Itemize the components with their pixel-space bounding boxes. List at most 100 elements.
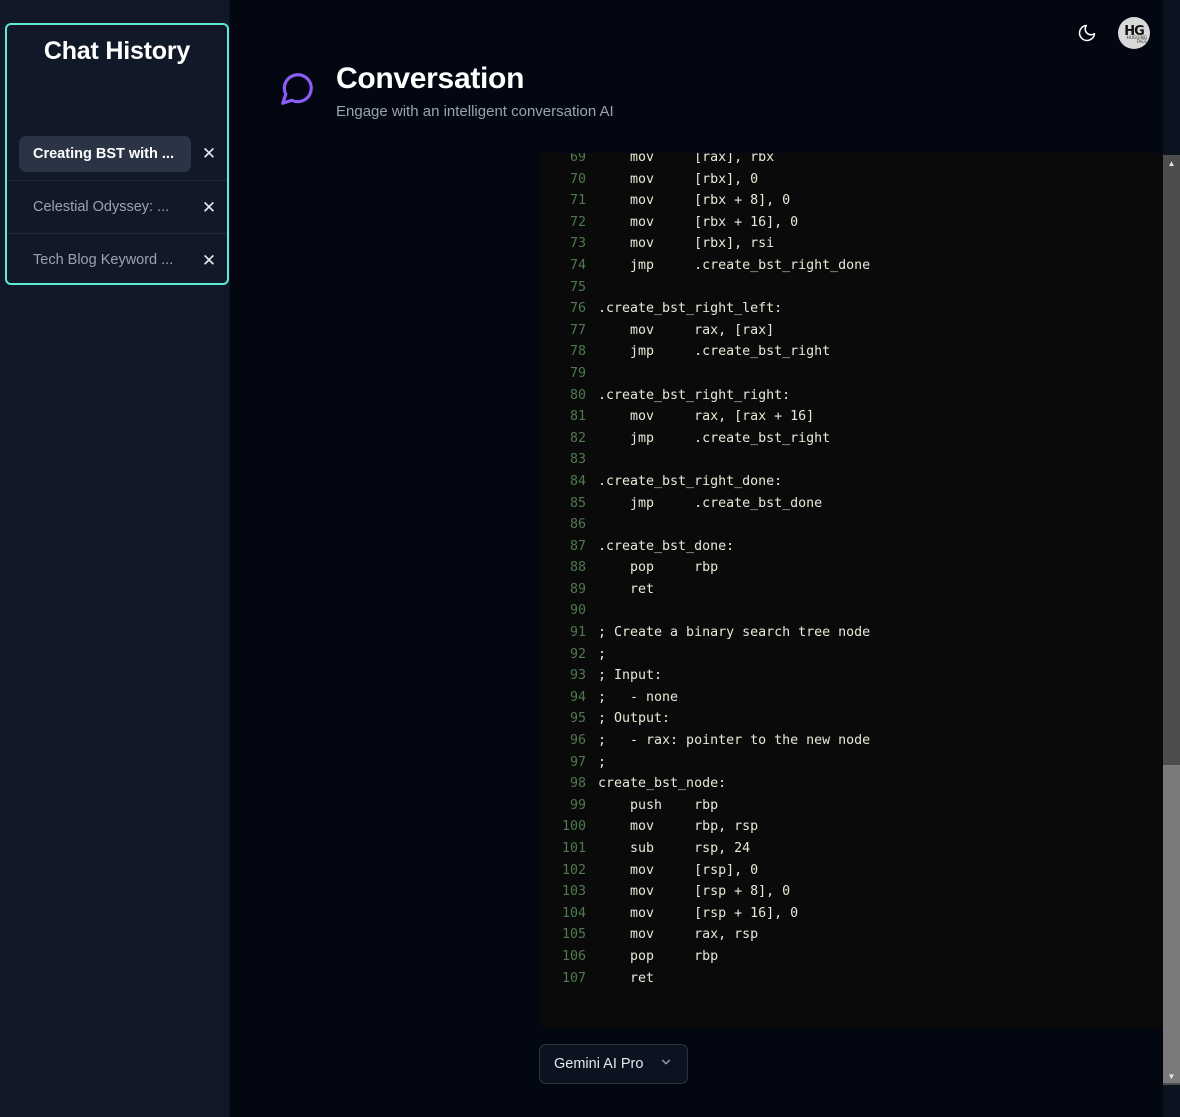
code-line: 71 mov [rbx + 8], 0 — [540, 190, 1180, 212]
line-number: 90 — [540, 600, 598, 622]
top-bar: HG HUGGINGFACE — [230, 0, 1162, 66]
code-text: create_bst_node: — [598, 773, 726, 795]
code-text: ; Create a binary search tree node — [598, 622, 870, 644]
code-text: .create_bst_right_left: — [598, 298, 782, 320]
chat-bubble-icon — [278, 70, 316, 113]
code-text: .create_bst_right_right: — [598, 385, 790, 407]
line-number: 85 — [540, 493, 598, 515]
code-line: 70 mov [rbx], 0 — [540, 169, 1180, 191]
line-number: 84 — [540, 471, 598, 493]
line-number: 82 — [540, 428, 598, 450]
model-selector-label: Gemini AI Pro — [554, 1056, 643, 1072]
avatar[interactable]: HG HUGGINGFACE — [1118, 17, 1150, 49]
line-number: 96 — [540, 730, 598, 752]
line-number: 92 — [540, 644, 598, 666]
line-number: 102 — [540, 860, 598, 882]
scrollbar-thumb[interactable] — [1163, 765, 1180, 1083]
page-header-text: Conversation Engage with an intelligent … — [336, 62, 614, 120]
close-icon[interactable]: ✕ — [191, 127, 227, 180]
line-number: 76 — [540, 298, 598, 320]
code-line: 82 jmp .create_bst_right — [540, 428, 1180, 450]
line-number: 94 — [540, 687, 598, 709]
line-number: 88 — [540, 557, 598, 579]
code-text: ; — [598, 644, 606, 666]
close-icon[interactable]: ✕ — [191, 181, 227, 234]
code-line: 104 mov [rsp + 16], 0 — [540, 903, 1180, 925]
code-text: push rbp — [598, 795, 718, 817]
code-line: 76.create_bst_right_left: — [540, 298, 1180, 320]
code-text: .create_bst_right_done: — [598, 471, 782, 493]
moon-icon[interactable] — [1070, 16, 1104, 50]
code-line: 105 mov rax, rsp — [540, 924, 1180, 946]
code-line: 93; Input: — [540, 665, 1180, 687]
line-number: 87 — [540, 536, 598, 558]
line-number: 71 — [540, 190, 598, 212]
line-number: 100 — [540, 816, 598, 838]
chat-history-item-label[interactable]: Creating BST with ... — [19, 136, 191, 172]
model-selector[interactable]: Gemini AI Pro — [539, 1044, 688, 1084]
code-text: ; - none — [598, 687, 678, 709]
close-icon[interactable]: ✕ — [191, 234, 227, 286]
code-line: 85 jmp .create_bst_done — [540, 493, 1180, 515]
code-line: 75 — [540, 277, 1180, 299]
chat-history-item-1[interactable]: Celestial Odyssey: ... ✕ — [7, 180, 227, 233]
line-number: 89 — [540, 579, 598, 601]
code-text: mov [rsp], 0 — [598, 860, 758, 882]
line-number: 74 — [540, 255, 598, 277]
line-number: 81 — [540, 406, 598, 428]
line-number: 80 — [540, 385, 598, 407]
code-block[interactable]: 69 mov [rax], rbx70 mov [rbx], 071 mov [… — [540, 153, 1180, 1028]
code-line: 107 ret — [540, 968, 1180, 990]
code-line: 90 — [540, 600, 1180, 622]
code-line: 100 mov rbp, rsp — [540, 816, 1180, 838]
code-text: mov [rax], rbx — [598, 153, 774, 169]
chat-history-item-label[interactable]: Celestial Odyssey: ... — [19, 189, 191, 225]
line-number: 78 — [540, 341, 598, 363]
code-text: mov rax, [rax] — [598, 320, 774, 342]
line-number: 93 — [540, 665, 598, 687]
code-text: jmp .create_bst_right — [598, 428, 830, 450]
line-number: 72 — [540, 212, 598, 234]
line-number: 70 — [540, 169, 598, 191]
chat-history-panel: Chat History Creating BST with ... ✕ Cel… — [5, 23, 229, 285]
scroll-up-arrow-icon[interactable]: ▲ — [1163, 155, 1180, 172]
code-line: 78 jmp .create_bst_right — [540, 341, 1180, 363]
line-number: 106 — [540, 946, 598, 968]
code-lines: 69 mov [rax], rbx70 mov [rbx], 071 mov [… — [540, 153, 1180, 989]
page-scrollbar[interactable]: ▲ ▼ — [1163, 0, 1180, 1117]
code-line: 69 mov [rax], rbx — [540, 153, 1180, 169]
code-line: 91; Create a binary search tree node — [540, 622, 1180, 644]
code-line: 101 sub rsp, 24 — [540, 838, 1180, 860]
code-text: mov [rsp + 8], 0 — [598, 881, 790, 903]
code-line: 84.create_bst_right_done: — [540, 471, 1180, 493]
line-number: 91 — [540, 622, 598, 644]
page-title: Conversation — [336, 62, 614, 97]
code-text: jmp .create_bst_right — [598, 341, 830, 363]
line-number: 105 — [540, 924, 598, 946]
code-line: 73 mov [rbx], rsi — [540, 233, 1180, 255]
line-number: 95 — [540, 708, 598, 730]
scroll-down-arrow-icon[interactable]: ▼ — [1163, 1068, 1180, 1085]
line-number: 86 — [540, 514, 598, 536]
line-number: 97 — [540, 752, 598, 774]
chat-history-item-label[interactable]: Tech Blog Keyword ... — [19, 242, 191, 278]
chat-history-item-0[interactable]: Creating BST with ... ✕ — [7, 127, 227, 180]
code-text: sub rsp, 24 — [598, 838, 750, 860]
code-line: 77 mov rax, [rax] — [540, 320, 1180, 342]
code-text: ret — [598, 968, 654, 990]
line-number: 99 — [540, 795, 598, 817]
code-text: mov [rbx], 0 — [598, 169, 758, 191]
chat-history-sidebar: Chat History Creating BST with ... ✕ Cel… — [0, 0, 230, 1117]
sidebar-title: Chat History — [7, 25, 227, 66]
chevron-down-icon — [659, 1055, 673, 1074]
line-number: 98 — [540, 773, 598, 795]
code-text: mov [rbx + 8], 0 — [598, 190, 790, 212]
code-text: jmp .create_bst_done — [598, 493, 822, 515]
code-line: 79 — [540, 363, 1180, 385]
code-text: ret — [598, 579, 654, 601]
chat-history-item-2[interactable]: Tech Blog Keyword ... ✕ — [7, 233, 227, 285]
page-header: Conversation Engage with an intelligent … — [278, 62, 614, 120]
code-line: 92; — [540, 644, 1180, 666]
scrollbar-track[interactable] — [1163, 155, 1180, 1085]
code-text: mov [rsp + 16], 0 — [598, 903, 798, 925]
